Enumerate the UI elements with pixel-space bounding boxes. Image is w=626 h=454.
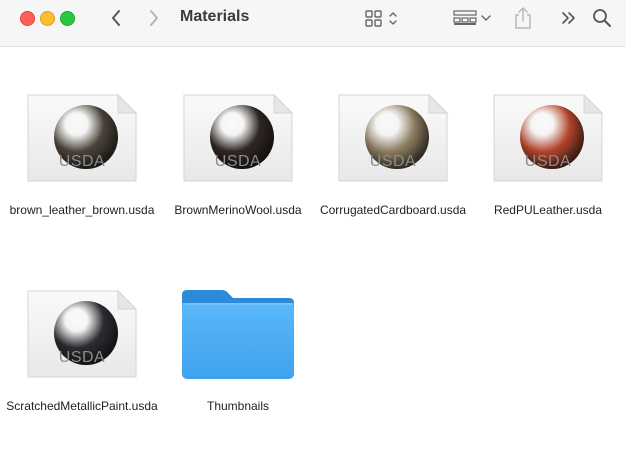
file-grid: USDA brown_leather_brown.usda USDA Brown… [0, 47, 626, 454]
usda-file-icon: USDA [22, 91, 142, 187]
usda-file-icon: USDA [333, 91, 453, 187]
file-name-label: ScratchedMetallicPaint.usda [6, 399, 158, 413]
file-name-label: BrownMerinoWool.usda [174, 203, 302, 217]
forward-button[interactable] [142, 6, 166, 30]
search-icon [593, 9, 611, 27]
window-title: Materials [180, 8, 250, 25]
file-name-label: RedPULeather.usda [493, 203, 603, 217]
group-button[interactable] [450, 6, 494, 30]
file-item[interactable]: USDA RedPULeather.usda [470, 91, 626, 219]
back-button[interactable] [104, 6, 128, 30]
share-icon [515, 7, 531, 29]
usda-file-icon: USDA [178, 91, 298, 187]
file-item[interactable]: USDA CorrugatedCardboard.usda [315, 91, 471, 219]
file-type-badge: USDA [58, 153, 106, 170]
file-name-label: CorrugatedCardboard.usda [319, 203, 467, 217]
icon-grid-icon [365, 10, 397, 27]
folder-name-label: Thumbnails [206, 399, 270, 413]
file-type-badge: USDA [214, 153, 262, 170]
folder-item[interactable]: Thumbnails [160, 287, 316, 415]
file-name-label: brown_leather_brown.usda [9, 203, 155, 217]
search-button[interactable] [590, 6, 614, 30]
toolbar: Materials [0, 0, 626, 47]
file-type-badge: USDA [369, 153, 417, 170]
file-item[interactable]: USDA BrownMerinoWool.usda [160, 91, 316, 219]
share-button[interactable] [510, 6, 536, 30]
group-by-icon [453, 10, 491, 25]
minimize-button[interactable] [40, 11, 55, 26]
view-mode-button[interactable] [362, 6, 404, 30]
more-button[interactable] [558, 6, 580, 30]
close-button[interactable] [20, 11, 35, 26]
zoom-button[interactable] [60, 11, 75, 26]
chevrons-right-icon [562, 12, 575, 24]
folder-icon [178, 287, 298, 383]
file-type-badge: USDA [58, 349, 106, 366]
usda-file-icon: USDA [488, 91, 608, 187]
file-type-badge: USDA [524, 153, 572, 170]
file-item[interactable]: USDA ScratchedMetallicPaint.usda [4, 287, 160, 415]
file-item[interactable]: USDA brown_leather_brown.usda [4, 91, 160, 219]
usda-file-icon: USDA [22, 287, 142, 383]
chevron-left-icon [112, 10, 120, 26]
chevron-right-icon [150, 10, 158, 26]
